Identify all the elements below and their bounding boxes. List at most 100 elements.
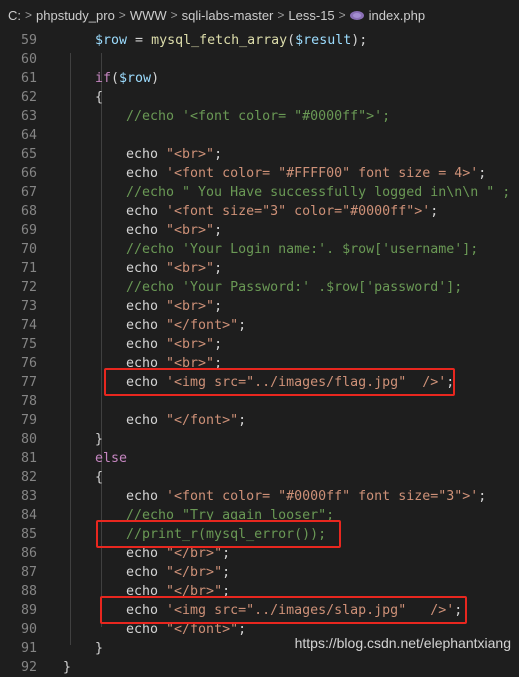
line-number: 77 bbox=[20, 375, 37, 390]
code-token: ); bbox=[351, 33, 368, 48]
code-token: ; bbox=[430, 204, 439, 219]
code-token: $result bbox=[295, 33, 352, 48]
breadcrumb-item-less15[interactable]: Less-15 bbox=[288, 8, 334, 23]
code-line[interactable]: 83 echo '<font color= "#0000ff" font size… bbox=[0, 487, 519, 506]
code-editor[interactable]: 59 $row = mysql_fetch_array($result); 60 61… bbox=[0, 29, 519, 675]
line-number: 89 bbox=[20, 603, 37, 618]
code-text: echo "<br>"; bbox=[126, 335, 222, 354]
code-text: { bbox=[95, 468, 103, 487]
code-line[interactable]: 80} bbox=[0, 430, 519, 449]
code-token: "<br>" bbox=[166, 223, 215, 238]
code-token: if bbox=[95, 71, 112, 86]
code-token: //echo '<font color= "#0000ff">'; bbox=[126, 109, 391, 124]
code-line[interactable]: 67 //echo " You Have successfully logged … bbox=[0, 183, 519, 202]
breadcrumb: C: > phpstudy_pro > WWW > sqli-labs-mast… bbox=[0, 0, 519, 30]
code-line[interactable]: 70 //echo 'Your Login name:'. $row['usern… bbox=[0, 240, 519, 259]
code-token: "<br>" bbox=[166, 147, 215, 162]
code-line[interactable]: 87 echo "</br>"; bbox=[0, 563, 519, 582]
code-text: echo "</br>"; bbox=[126, 563, 230, 582]
code-token: "</font>" bbox=[166, 413, 239, 428]
code-text: //echo 'Your Login name:'. $row['usernam… bbox=[126, 240, 478, 259]
code-token: echo bbox=[126, 299, 167, 314]
line-number: 87 bbox=[20, 565, 37, 580]
code-line[interactable]: 64 bbox=[0, 126, 519, 145]
line-number: 84 bbox=[20, 508, 37, 523]
line-number: 73 bbox=[20, 299, 37, 314]
code-line[interactable]: 61 if($row) bbox=[0, 69, 519, 88]
code-token: ; bbox=[238, 318, 247, 333]
code-token: echo bbox=[126, 489, 167, 504]
code-line[interactable]: 82 { bbox=[0, 468, 519, 487]
code-text: echo "<br>"; bbox=[126, 145, 222, 164]
code-text: { bbox=[95, 88, 103, 107]
line-number: 72 bbox=[20, 280, 37, 295]
breadcrumb-separator: > bbox=[170, 8, 178, 22]
breadcrumb-item-phpstudy[interactable]: phpstudy_pro bbox=[36, 8, 115, 23]
code-token: "<br>" bbox=[166, 337, 215, 352]
highlight-box-line-89 bbox=[100, 596, 467, 624]
code-token: '<font color= "#FFFF00" font size = 4>' bbox=[166, 166, 479, 181]
code-line[interactable]: 62 { bbox=[0, 88, 519, 107]
line-number: 59 bbox=[20, 33, 37, 48]
code-token: ; bbox=[214, 337, 223, 352]
code-line[interactable]: 92} bbox=[0, 658, 519, 677]
line-number: 64 bbox=[20, 128, 37, 143]
code-line[interactable]: 74 echo "</font>"; bbox=[0, 316, 519, 335]
breadcrumb-separator: > bbox=[338, 8, 346, 22]
breadcrumb-item-drive[interactable]: C: bbox=[8, 8, 21, 23]
code-token: ; bbox=[222, 546, 231, 561]
line-number: 70 bbox=[20, 242, 37, 257]
code-token: $row bbox=[119, 71, 152, 86]
code-token: ) bbox=[151, 71, 160, 86]
code-line[interactable]: 72 //echo 'Your Password:' .$row['passwor… bbox=[0, 278, 519, 297]
breadcrumb-item-file[interactable]: index.php bbox=[369, 8, 425, 23]
highlight-box-line-77 bbox=[104, 368, 455, 396]
code-token: //echo 'Your Password:' .$row['password'… bbox=[126, 280, 463, 295]
code-token: else bbox=[95, 451, 128, 466]
code-token: ; bbox=[478, 489, 487, 504]
code-token: } bbox=[95, 641, 104, 656]
code-token: ; bbox=[238, 622, 247, 637]
code-line[interactable]: 73 echo "<br>"; bbox=[0, 297, 519, 316]
code-line[interactable]: 71 echo "<br>"; bbox=[0, 259, 519, 278]
code-text: //echo " You Have successfully logged in… bbox=[126, 183, 510, 202]
code-line[interactable]: 68 echo '<font size="3" color="#0000ff">'… bbox=[0, 202, 519, 221]
breadcrumb-item-sqli-labs[interactable]: sqli-labs-master bbox=[182, 8, 274, 23]
code-token: ; bbox=[214, 261, 223, 276]
code-line[interactable]: 69 echo "<br>"; bbox=[0, 221, 519, 240]
code-token: ( bbox=[287, 33, 296, 48]
code-text: echo '<font size="3" color="#0000ff">'; bbox=[126, 202, 438, 221]
line-number: 71 bbox=[20, 261, 37, 276]
code-text: echo "<br>"; bbox=[126, 221, 222, 240]
code-text: echo "</font>"; bbox=[126, 411, 246, 430]
code-token: "</br>" bbox=[166, 546, 223, 561]
code-line[interactable]: 63 //echo '<font color= "#0000ff">'; bbox=[0, 107, 519, 126]
line-number: 79 bbox=[20, 413, 37, 428]
highlight-box-line-85 bbox=[96, 520, 341, 548]
code-line[interactable]: 79 echo "</font>"; bbox=[0, 411, 519, 430]
code-token: } bbox=[63, 660, 72, 675]
line-number: 69 bbox=[20, 223, 37, 238]
line-number: 81 bbox=[20, 451, 37, 466]
breadcrumb-item-www[interactable]: WWW bbox=[130, 8, 167, 23]
line-number: 61 bbox=[20, 71, 37, 86]
code-token: echo bbox=[126, 318, 167, 333]
code-text: else bbox=[95, 449, 127, 468]
code-token: echo bbox=[126, 204, 167, 219]
code-text: echo "<br>"; bbox=[126, 259, 222, 278]
code-line[interactable]: 81 else bbox=[0, 449, 519, 468]
code-text: } bbox=[95, 430, 103, 449]
code-token: $row bbox=[95, 33, 128, 48]
code-token: ( bbox=[111, 71, 120, 86]
breadcrumb-separator: > bbox=[118, 8, 126, 22]
code-token: '<font size="3" color="#0000ff">' bbox=[166, 204, 431, 219]
line-number: 91 bbox=[20, 641, 37, 656]
code-token: echo bbox=[126, 166, 167, 181]
code-token: mysql_fetch_array bbox=[151, 33, 288, 48]
code-line[interactable]: 65 echo "<br>"; bbox=[0, 145, 519, 164]
code-line[interactable]: 59 $row = mysql_fetch_array($result); bbox=[0, 31, 519, 50]
code-line[interactable]: 75 echo "<br>"; bbox=[0, 335, 519, 354]
code-line[interactable]: 60 bbox=[0, 50, 519, 69]
code-line[interactable]: 66 echo '<font color= "#FFFF00" font size… bbox=[0, 164, 519, 183]
code-token: echo bbox=[126, 413, 167, 428]
